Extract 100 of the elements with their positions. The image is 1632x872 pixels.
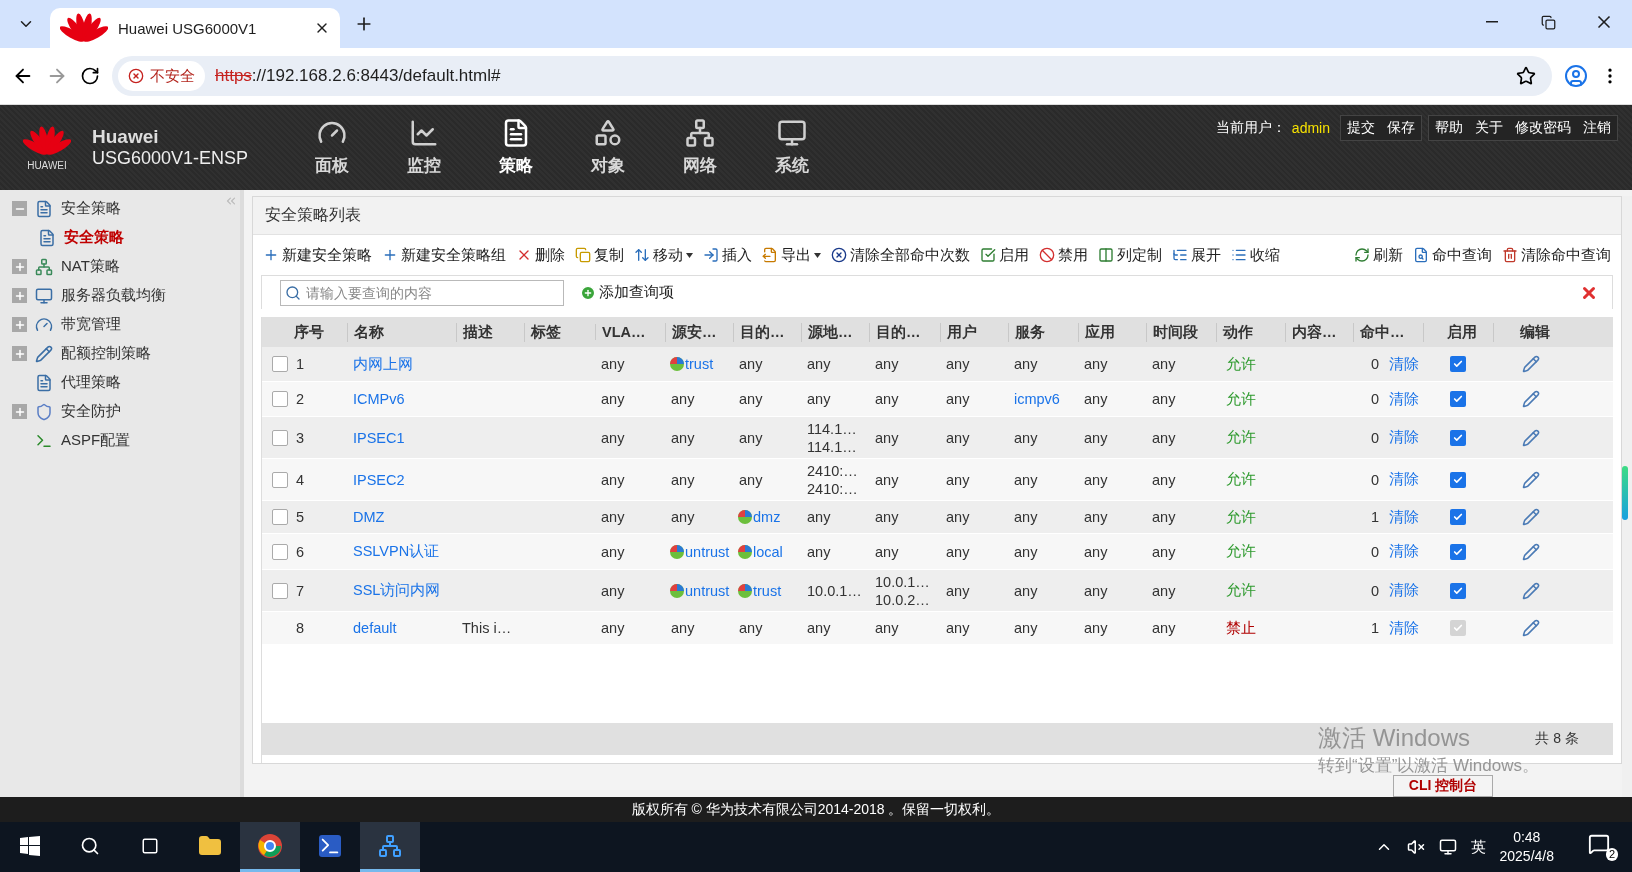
- clear-link[interactable]: 清除: [1389, 542, 1419, 561]
- nav-tab[interactable]: 对象: [572, 105, 644, 190]
- clock[interactable]: 0:48 2025/4/8: [1499, 828, 1554, 866]
- nav-tab[interactable]: 监控: [388, 105, 460, 190]
- enable-checkbox[interactable]: [1450, 582, 1466, 599]
- cell-link[interactable]: 内网上网: [353, 354, 413, 374]
- edit-icon[interactable]: [1522, 508, 1540, 526]
- cell-link[interactable]: IPSEC2: [353, 471, 405, 488]
- toolbar-button[interactable]: 刷新: [1354, 245, 1403, 265]
- toolbar-button[interactable]: 展开: [1172, 245, 1221, 265]
- clear-link[interactable]: 清除: [1389, 470, 1419, 489]
- bookmark-star-icon[interactable]: [1516, 66, 1536, 86]
- zone-link[interactable]: dmz: [753, 509, 781, 525]
- header-link[interactable]: 关于: [1475, 119, 1503, 137]
- expand-toggle[interactable]: [12, 288, 27, 303]
- row-checkbox[interactable]: [272, 429, 288, 446]
- toolbar-button[interactable]: 列定制: [1098, 245, 1162, 265]
- toolbar-button[interactable]: 插入: [703, 245, 752, 265]
- nav-tab[interactable]: 系统: [756, 105, 828, 190]
- cell-link[interactable]: default: [353, 620, 397, 636]
- enable-checkbox[interactable]: [1450, 471, 1466, 488]
- tree-item[interactable]: NAT策略: [61, 257, 120, 276]
- tree-item[interactable]: ASPF配置: [61, 431, 131, 450]
- zone-link[interactable]: local: [753, 543, 783, 560]
- enable-checkbox[interactable]: [1450, 543, 1466, 560]
- header-link[interactable]: 注销: [1583, 119, 1611, 137]
- row-checkbox[interactable]: [272, 543, 288, 560]
- toolbar-button[interactable]: 收缩: [1231, 245, 1280, 265]
- cell-link[interactable]: icmpv6: [1014, 391, 1060, 407]
- enable-checkbox[interactable]: [1450, 356, 1466, 372]
- network-app-icon[interactable]: [360, 822, 420, 872]
- clear-link[interactable]: 清除: [1389, 428, 1419, 447]
- nav-tab[interactable]: 策略: [480, 105, 552, 190]
- nav-tab[interactable]: 面板: [296, 105, 368, 190]
- cell-link[interactable]: ICMPv6: [353, 391, 405, 407]
- expand-toggle[interactable]: [12, 404, 27, 419]
- collapse-toggle[interactable]: [12, 201, 27, 216]
- security-chip[interactable]: 不安全: [118, 61, 205, 91]
- enable-checkbox[interactable]: [1450, 391, 1466, 407]
- tree-item[interactable]: 代理策略: [61, 373, 121, 392]
- edit-icon[interactable]: [1522, 428, 1540, 447]
- cli-console-button[interactable]: CLI 控制台: [1393, 775, 1493, 797]
- browser-tab[interactable]: Huawei USG6000V1: [50, 8, 340, 48]
- toolbar-button[interactable]: 新建安全策略: [263, 245, 372, 265]
- toolbar-button[interactable]: 清除命中查询: [1502, 245, 1611, 265]
- tree-item[interactable]: 安全策略: [61, 199, 121, 218]
- toolbar-button[interactable]: 导出: [762, 245, 821, 265]
- toolbar-button[interactable]: 清除全部命中次数: [831, 245, 970, 265]
- tree-item[interactable]: 服务器负载均衡: [61, 286, 166, 305]
- header-link[interactable]: 修改密码: [1515, 119, 1571, 137]
- profile-icon[interactable]: [1564, 64, 1588, 88]
- cell-link[interactable]: SSLVPN认证: [353, 542, 440, 561]
- toolbar-button[interactable]: 启用: [980, 245, 1029, 265]
- toolbar-button[interactable]: 移动: [634, 245, 693, 265]
- clear-link[interactable]: 清除: [1389, 581, 1419, 600]
- cell-link[interactable]: IPSEC1: [353, 429, 405, 446]
- expand-toggle[interactable]: [12, 346, 27, 361]
- search-field[interactable]: 请输入要查询的内容: [280, 279, 564, 306]
- header-link[interactable]: 保存: [1387, 119, 1415, 137]
- edit-icon[interactable]: [1522, 581, 1540, 600]
- reload-icon[interactable]: [80, 66, 100, 86]
- clear-link[interactable]: 清除: [1389, 389, 1419, 409]
- edit-icon[interactable]: [1522, 355, 1540, 373]
- tree-item[interactable]: 安全防护: [61, 402, 121, 421]
- toolbar-button[interactable]: 命中查询: [1413, 245, 1492, 265]
- row-checkbox[interactable]: [272, 582, 288, 599]
- row-checkbox[interactable]: [272, 356, 288, 372]
- add-query-button[interactable]: 添加查询项: [580, 283, 674, 302]
- scrollbar-thumb[interactable]: [1622, 466, 1628, 520]
- toolbar-button[interactable]: 禁用: [1039, 245, 1088, 265]
- row-checkbox[interactable]: [272, 471, 288, 488]
- address-bar[interactable]: 不安全 https://192.168.2.6:8443/default.html#: [112, 56, 1552, 96]
- clear-link[interactable]: 清除: [1389, 354, 1419, 374]
- row-checkbox[interactable]: [272, 509, 288, 525]
- edit-icon[interactable]: [1522, 390, 1540, 408]
- input-method[interactable]: 英: [1470, 837, 1486, 857]
- network-icon[interactable]: [1438, 838, 1457, 856]
- expand-toggle[interactable]: [12, 317, 27, 332]
- cell-link[interactable]: DMZ: [353, 509, 385, 525]
- zone-link[interactable]: trust: [753, 582, 782, 599]
- header-link[interactable]: 提交: [1347, 119, 1375, 137]
- clear-link[interactable]: 清除: [1389, 507, 1419, 527]
- cell-link[interactable]: SSL访问内网: [353, 581, 441, 600]
- expand-toggle[interactable]: [12, 259, 27, 274]
- toolbar-button[interactable]: 新建安全策略组: [382, 245, 506, 265]
- enable-checkbox[interactable]: [1450, 429, 1466, 446]
- enable-checkbox[interactable]: [1450, 509, 1466, 525]
- nav-tab[interactable]: 网络: [664, 105, 736, 190]
- edit-icon[interactable]: [1522, 619, 1540, 637]
- tree-item[interactable]: 配额控制策略: [61, 344, 151, 363]
- edit-icon[interactable]: [1522, 542, 1540, 561]
- clear-link[interactable]: 清除: [1389, 618, 1419, 638]
- tree-item[interactable]: 带宽管理: [61, 315, 121, 334]
- edit-icon[interactable]: [1522, 470, 1540, 489]
- header-link[interactable]: 帮助: [1435, 119, 1463, 137]
- row-checkbox[interactable]: [272, 391, 288, 407]
- notification-button[interactable]: 2: [1588, 833, 1618, 861]
- toolbar-button[interactable]: 复制: [575, 245, 624, 265]
- toolbar-button[interactable]: 删除: [516, 245, 565, 265]
- zone-link[interactable]: untrust: [685, 582, 730, 599]
